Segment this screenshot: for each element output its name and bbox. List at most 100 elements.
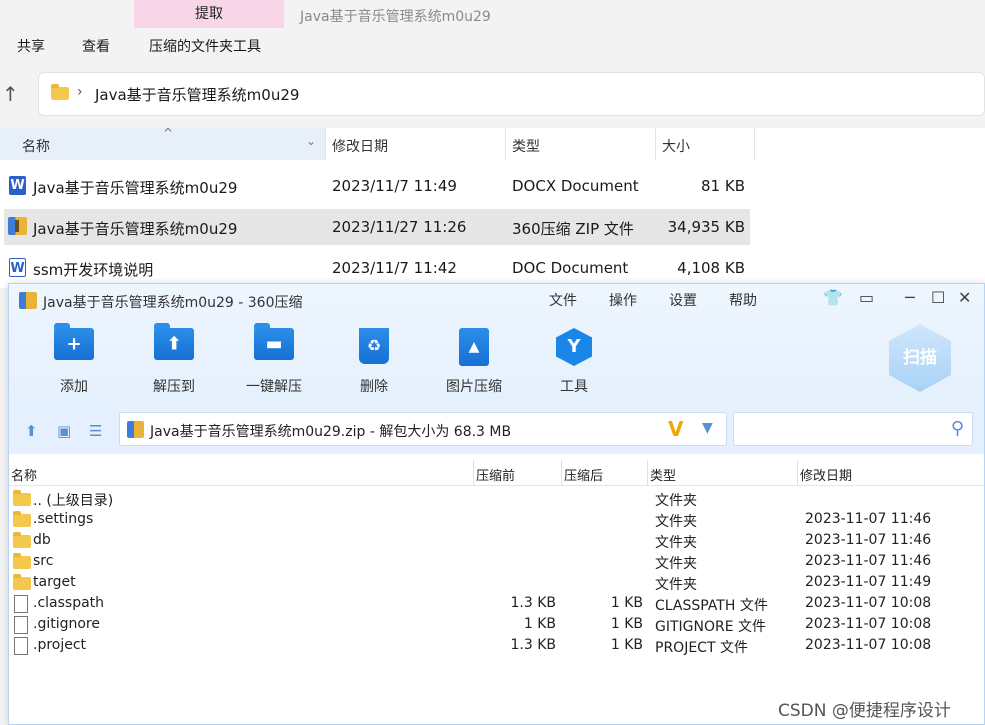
column-type[interactable]: 类型 [512,136,540,156]
zip-item-name: .. (上级目录) [33,493,114,509]
extract-to-button[interactable]: ⬆ 解压到 [129,323,219,396]
file-row[interactable]: W Java基于音乐管理系统m0u29 2023/11/7 11:49 DOCX… [4,168,750,204]
zcol-before[interactable]: 压缩前 [476,465,515,484]
zip-window-title: Java基于音乐管理系统m0u29 - 360压缩 [43,295,303,311]
file-icon [14,637,28,655]
file-row-selected[interactable]: Java基于音乐管理系统m0u29 2023/11/27 11:26 360压缩… [4,209,750,245]
zip-list-row[interactable]: src 文件夹 2023-11-07 11:46 [9,552,984,573]
dropdown-icon[interactable]: ▼ [702,420,713,436]
zip-item-name: .gitignore [33,616,100,632]
zip-address-bar[interactable]: Java基于音乐管理系统m0u29.zip - 解包大小为 68.3 MB V … [119,412,727,446]
column-divider[interactable] [647,460,648,486]
zip-list-row[interactable]: .gitignore 1 KB 1 KB GITIGNORE 文件 2023-11-07… [9,615,984,636]
menu-operate[interactable]: 操作 [609,290,637,310]
zip-item-type: 文件夹 [655,493,697,509]
zip-item-after: 1 KB [610,637,643,653]
file-type: 360压缩 ZIP 文件 [512,220,634,238]
delete-button[interactable]: ♻ 删除 [329,328,419,396]
search-icon[interactable]: ⚲ [951,418,964,439]
zip-list-row[interactable]: target 文件夹 2023-11-07 11:49 [9,573,984,594]
zip-item-before: 1.3 KB [510,595,557,611]
zip-list-row[interactable]: db 文件夹 2023-11-07 11:46 [9,531,984,552]
column-date[interactable]: 修改日期 [332,136,388,156]
minimize-icon[interactable]: ─ [905,288,915,307]
zcol-after[interactable]: 压缩后 [564,465,603,484]
file-row[interactable]: W ssm开发环境说明 2023/11/7 11:42 DOC Document… [4,250,750,286]
column-divider[interactable] [797,460,798,486]
add-label: 添加 [60,379,88,395]
menu-help[interactable]: 帮助 [729,290,757,310]
doc-icon: W [9,258,26,277]
folder-icon [13,511,31,527]
file-type: DOCX Document [512,177,639,195]
folder-icon [13,553,31,569]
zip-address-text: Java基于音乐管理系统m0u29.zip - 解包大小为 68.3 MB [150,424,512,440]
chevron-down-icon[interactable]: ⌄ [306,134,316,148]
one-click-extract-button[interactable]: ▬ 一键解压 [229,323,319,396]
thumbnail-view-icon[interactable]: ▣ [57,422,71,440]
zip-list-row[interactable]: .. (上级目录) 文件夹 [9,489,984,510]
image-compress-label: 图片压缩 [446,379,502,395]
tools-hex-icon: Y [556,328,592,366]
file-name: Java基于音乐管理系统m0u29 [33,220,238,238]
column-size[interactable]: 大小 [662,136,690,156]
zip-search-input[interactable]: ⚲ [733,412,973,446]
verified-icon[interactable]: V [668,417,683,441]
column-name[interactable]: 名称 [22,136,50,156]
zip-item-name: db [33,532,51,548]
file-date: 2023/11/27 11:26 [332,218,467,236]
zip-list-row[interactable]: .classpath 1.3 KB 1 KB CLASSPATH 文件 2023-11-… [9,594,984,615]
zip-icon [127,421,144,438]
zcol-date[interactable]: 修改日期 [800,465,852,484]
zip-item-date: 2023-11-07 11:46 [805,553,932,569]
menu-file[interactable]: 文件 [549,290,577,310]
menu-settings[interactable]: 设置 [669,290,697,310]
column-divider[interactable] [754,128,755,160]
zip-item-type: 文件夹 [655,556,697,572]
tab-view[interactable]: 查看 [82,36,110,56]
zip-item-after: 1 KB [610,595,643,611]
maximize-icon[interactable]: ☐ [931,288,945,307]
one-click-extract-label: 一键解压 [246,379,302,395]
zcol-type[interactable]: 类型 [650,465,676,484]
column-divider[interactable] [325,128,326,160]
tab-compressed-folder-tools[interactable]: 压缩的文件夹工具 [149,36,261,56]
zcol-name[interactable]: 名称 [11,465,37,484]
file-icon [14,595,28,613]
zip-item-type: 文件夹 [655,514,697,530]
skin-icon[interactable]: 👕 [823,288,843,307]
address-bar[interactable]: › Java基于音乐管理系统m0u29 [38,72,985,116]
tools-button[interactable]: Y 工具 [529,328,619,396]
extract-to-label: 解压到 [153,379,195,395]
folder-icon [13,532,31,548]
add-button[interactable]: + 添加 [29,323,119,396]
zip-item-date: 2023-11-07 11:46 [805,532,932,548]
column-divider[interactable] [505,128,506,160]
zip-item-name: .project [33,637,87,653]
zip-list-row[interactable]: .settings 文件夹 2023-11-07 11:46 [9,510,984,531]
address-text: Java基于音乐管理系统m0u29 [95,86,300,104]
file-size: 81 KB [701,177,745,195]
tab-share[interactable]: 共享 [17,36,45,56]
up-level-icon[interactable]: ⬆ [25,422,38,440]
zip-list-row[interactable]: .project 1.3 KB 1 KB PROJECT 文件 2023-11-07 1… [9,636,984,657]
column-divider[interactable] [473,460,474,486]
zip-item-type: GITIGNORE 文件 [655,619,767,635]
column-divider[interactable] [655,128,656,160]
list-view-icon[interactable]: ☰ [89,422,102,440]
tools-label: 工具 [560,379,588,395]
tab-extract[interactable]: 提取 [134,0,284,28]
folder-icon [51,84,69,100]
column-divider[interactable] [561,460,562,486]
close-icon[interactable]: ✕ [958,288,971,307]
feedback-icon[interactable]: ▭ [859,288,874,307]
up-arrow-icon[interactable]: ↑ [2,82,19,106]
context-title: Java基于音乐管理系统m0u29 [300,9,491,25]
zip-item-type: 文件夹 [655,577,697,593]
image-compress-button[interactable]: ▲ 图片压缩 [429,328,519,396]
recycle-bin-icon: ♻ [359,328,389,364]
file-list: ^ 名称 ⌄ 修改日期 类型 大小 W Java基于音乐管理系统m0u29 20… [0,126,985,288]
file-name: Java基于音乐管理系统m0u29 [33,179,238,197]
zip-item-before: 1 KB [523,616,556,632]
chevron-right-icon[interactable]: › [77,84,83,100]
